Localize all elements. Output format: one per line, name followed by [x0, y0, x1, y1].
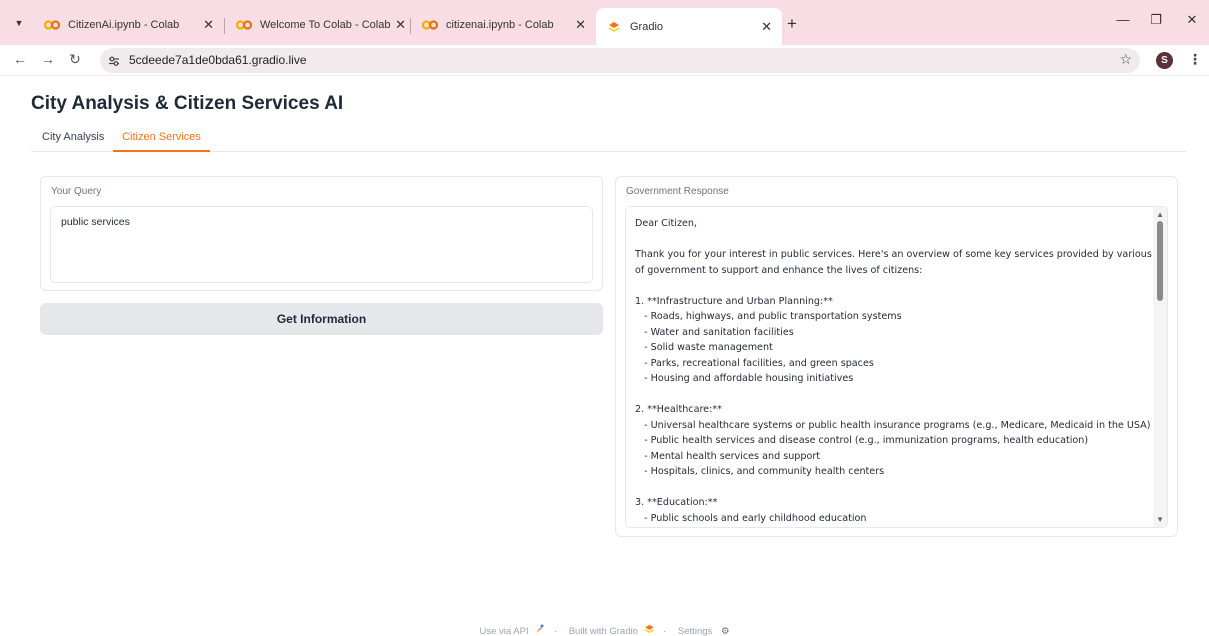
close-icon[interactable]: ✕: [203, 17, 214, 33]
get-information-button[interactable]: Get Information: [40, 303, 603, 335]
browser-tabstrip: ▼ CitizenAi.ipynb - Colab ✕ Welcome To C…: [0, 0, 1209, 45]
tab-city-analysis[interactable]: City Analysis: [42, 131, 104, 150]
browser-tab-4[interactable]: Gradio ✕: [596, 8, 782, 45]
close-icon[interactable]: ✕: [575, 17, 586, 33]
address-bar[interactable]: 5cdeede7a1de0bda61.gradio.live ☆: [100, 48, 1140, 73]
tab-separator: [410, 18, 411, 34]
rocket-icon: [536, 624, 544, 633]
query-input[interactable]: public services: [50, 206, 593, 283]
close-icon[interactable]: ✕: [761, 19, 772, 35]
browser-tab-3[interactable]: citizenai.ipynb - Colab ✕: [412, 8, 596, 41]
colab-icon: [236, 19, 252, 31]
colab-icon: [44, 19, 60, 31]
back-icon[interactable]: ←: [11, 51, 29, 67]
use-via-api-link[interactable]: Use via API: [477, 624, 548, 636]
scrollbar-thumb[interactable]: [1157, 221, 1163, 301]
browser-tab-1[interactable]: CitizenAi.ipynb - Colab ✕: [34, 8, 224, 41]
tab-title: Gradio: [630, 20, 664, 33]
browser-tab-2[interactable]: Welcome To Colab - Colab ✕: [226, 8, 416, 41]
scroll-down-icon[interactable]: ▼: [1156, 515, 1164, 524]
response-output[interactable]: Dear Citizen, Thank you for your interes…: [625, 206, 1168, 528]
browser-toolbar: ← → ↻ 5cdeede7a1de0bda61.gradio.live ☆ S…: [0, 45, 1209, 76]
profile-avatar[interactable]: S: [1156, 52, 1173, 69]
scrollbar[interactable]: ▲ ▼: [1153, 207, 1167, 527]
new-tab-icon[interactable]: +: [787, 14, 797, 34]
scroll-up-icon[interactable]: ▲: [1156, 210, 1164, 219]
response-label: Government Response: [626, 186, 729, 197]
response-text: Dear Citizen, Thank you for your interes…: [635, 218, 1167, 524]
settings-link[interactable]: Settings ⚙: [675, 626, 733, 636]
built-with-gradio-link[interactable]: Built with Gradio: [566, 624, 657, 636]
reload-icon[interactable]: ↻: [66, 51, 84, 68]
site-info-icon[interactable]: [108, 54, 120, 66]
restore-icon[interactable]: ❐: [1146, 12, 1166, 28]
gradio-icon: [606, 21, 622, 33]
bookmark-star-icon[interactable]: ☆: [1119, 51, 1132, 68]
browser-menu-icon[interactable]: ⋮: [1188, 51, 1202, 68]
tab-title: CitizenAi.ipynb - Colab: [68, 18, 180, 31]
footer-separator: ·: [553, 626, 558, 636]
gradio-logo-icon: [644, 624, 654, 634]
tab-search-chevron-icon[interactable]: ▼: [10, 14, 28, 32]
footer: Use via API · Built with Gradio · Settin…: [0, 624, 1209, 636]
window-close-icon[interactable]: ✕: [1182, 12, 1202, 28]
page-title: City Analysis & Citizen Services AI: [31, 93, 344, 114]
url-text: 5cdeede7a1de0bda61.gradio.live: [129, 53, 307, 67]
query-label: Your Query: [51, 186, 102, 197]
app-tab-bar: City Analysis Citizen Services: [31, 128, 1186, 152]
query-panel: Your Query public services: [40, 176, 603, 291]
forward-icon[interactable]: →: [39, 51, 57, 67]
footer-separator: ·: [663, 626, 667, 636]
close-icon[interactable]: ✕: [395, 17, 406, 33]
minimize-icon[interactable]: —: [1113, 12, 1133, 27]
colab-icon: [422, 19, 438, 31]
response-panel: Government Response Dear Citizen, Thank …: [615, 176, 1178, 537]
gear-icon: ⚙: [720, 626, 730, 636]
tab-title: Welcome To Colab - Colab: [260, 18, 391, 31]
tab-title: citizenai.ipynb - Colab: [446, 18, 554, 31]
tab-citizen-services[interactable]: Citizen Services: [113, 131, 210, 152]
tab-separator: [224, 18, 225, 34]
